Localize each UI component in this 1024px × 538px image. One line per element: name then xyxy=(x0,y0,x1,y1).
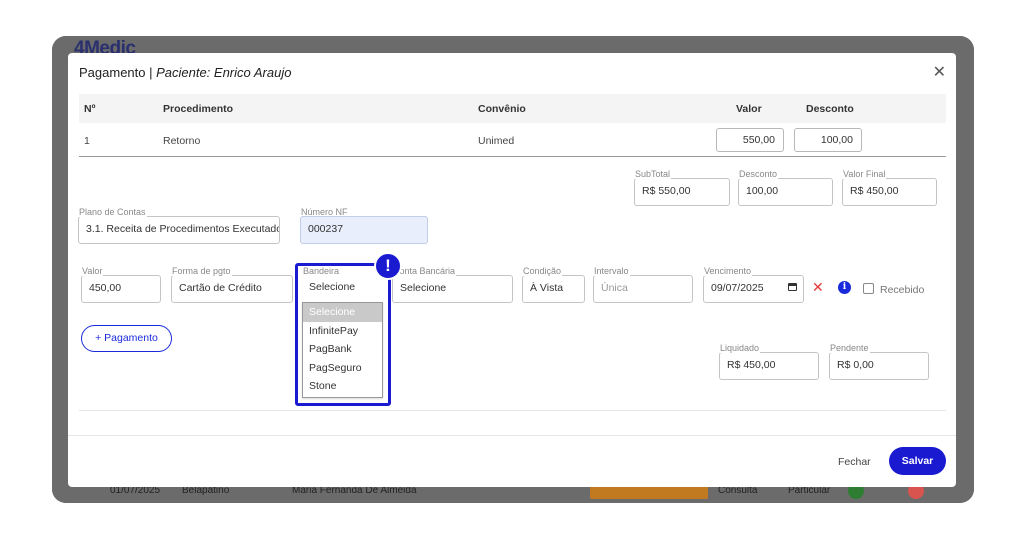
pending-label: Pendente xyxy=(829,343,870,353)
invoice-number-label: Número NF xyxy=(301,207,348,217)
modal-title-prefix: Pagamento | xyxy=(79,65,157,80)
total-discount-label: Desconto xyxy=(738,169,779,179)
condition-label: Condição xyxy=(522,266,563,276)
chart-of-accounts-value[interactable]: 3.1. Receita de Procedimentos Executados xyxy=(78,216,280,244)
payment-value-label: Valor xyxy=(81,266,104,276)
pending-field: R$ 0,00 Pendente xyxy=(829,343,929,380)
chart-of-accounts-label: Plano de Contas xyxy=(78,207,147,217)
received-checkbox[interactable] xyxy=(863,283,874,294)
dropdown-option[interactable]: Selecione xyxy=(303,303,382,322)
payment-modal: Pagamento | Paciente: Enrico Araujo ✕ Nº… xyxy=(68,53,956,487)
calendar-icon[interactable] xyxy=(788,283,797,291)
invoice-number-field[interactable]: 000237 Número NF xyxy=(300,207,428,244)
final-value: R$ 450,00 xyxy=(842,178,937,206)
pending-value: R$ 0,00 xyxy=(829,352,929,380)
col-discount: Desconto xyxy=(806,103,854,115)
paid-label: Liquidado xyxy=(719,343,761,353)
dropdown-option[interactable]: InfinitePay xyxy=(303,322,382,341)
col-insurance: Convênio xyxy=(478,103,526,115)
modal-title-patient: Paciente: Enrico Araujo xyxy=(156,65,292,80)
payment-method-select[interactable]: Cartão de Crédito Forma de pgto xyxy=(171,266,293,303)
interval-input[interactable]: Única xyxy=(593,275,693,303)
payment-method-label: Forma de pgto xyxy=(171,266,232,276)
procedures-table-header: Nº Procedimento Convênio Valor Desconto xyxy=(79,94,946,123)
card-brand-dropdown[interactable]: Selecione InfinitePay PagBank PagSeguro … xyxy=(302,302,383,398)
section-divider xyxy=(79,410,946,411)
alert-icon: ! xyxy=(374,252,402,280)
row-value-input[interactable]: 550,00 xyxy=(716,128,784,152)
save-button[interactable]: Salvar xyxy=(889,447,946,475)
final-value-field: R$ 450,00 Valor Final xyxy=(842,169,937,206)
paid-field: R$ 450,00 Liquidado xyxy=(719,343,819,380)
add-payment-button[interactable]: + Pagamento xyxy=(81,325,172,352)
chart-of-accounts-field[interactable]: 3.1. Receita de Procedimentos Executados… xyxy=(78,207,280,244)
footer-divider xyxy=(68,435,956,436)
total-discount-value: 100,00 xyxy=(738,178,833,206)
row-num: 1 xyxy=(84,135,90,147)
payment-value-input[interactable]: 450,00 xyxy=(81,275,161,303)
subtotal-value: R$ 550,00 xyxy=(634,178,730,206)
row-insurance: Unimed xyxy=(478,135,515,147)
bank-account-select[interactable]: Selecione Conta Bancária xyxy=(392,266,513,303)
subtotal-label: SubTotal xyxy=(634,169,672,179)
row-procedure: Retorno xyxy=(163,135,201,147)
close-button[interactable]: Fechar xyxy=(838,456,871,468)
subtotal-field: R$ 550,00 SubTotal xyxy=(634,169,730,206)
invoice-number-input[interactable]: 000237 xyxy=(300,216,428,244)
interval-label: Intervalo xyxy=(593,266,630,276)
interval-field[interactable]: Única Intervalo xyxy=(593,266,693,303)
final-value-label: Valor Final xyxy=(842,169,887,179)
col-procedure: Procedimento xyxy=(163,103,234,115)
remove-payment-icon[interactable]: ✕ xyxy=(812,279,824,296)
payment-value-field[interactable]: 450,00 Valor xyxy=(81,266,161,303)
modal-title: Pagamento | Paciente: Enrico Araujo xyxy=(79,65,291,80)
col-num: Nº xyxy=(84,103,96,115)
info-icon[interactable]: i xyxy=(838,281,851,294)
dropdown-option[interactable]: Stone xyxy=(303,377,382,396)
table-row: 1 Retorno Unimed 550,00 100,00 xyxy=(79,123,946,157)
condition-value[interactable]: À Vista xyxy=(522,275,585,303)
dropdown-option[interactable]: PagBank xyxy=(303,340,382,359)
bank-account-value[interactable]: Selecione xyxy=(392,275,513,303)
col-value: Valor xyxy=(736,103,762,115)
paid-value: R$ 450,00 xyxy=(719,352,819,380)
received-label: Recebido xyxy=(880,284,925,296)
due-date-label: Vencimento xyxy=(703,266,753,276)
total-discount-field: 100,00 Desconto xyxy=(738,169,833,206)
close-icon[interactable]: ✕ xyxy=(933,62,946,82)
row-discount-input[interactable]: 100,00 xyxy=(794,128,862,152)
due-date-field[interactable]: 09/07/2025 Vencimento xyxy=(703,266,804,303)
payment-method-value[interactable]: Cartão de Crédito xyxy=(171,275,293,303)
condition-select[interactable]: À Vista Condição xyxy=(522,266,585,303)
dropdown-option[interactable]: PagSeguro xyxy=(303,359,382,378)
